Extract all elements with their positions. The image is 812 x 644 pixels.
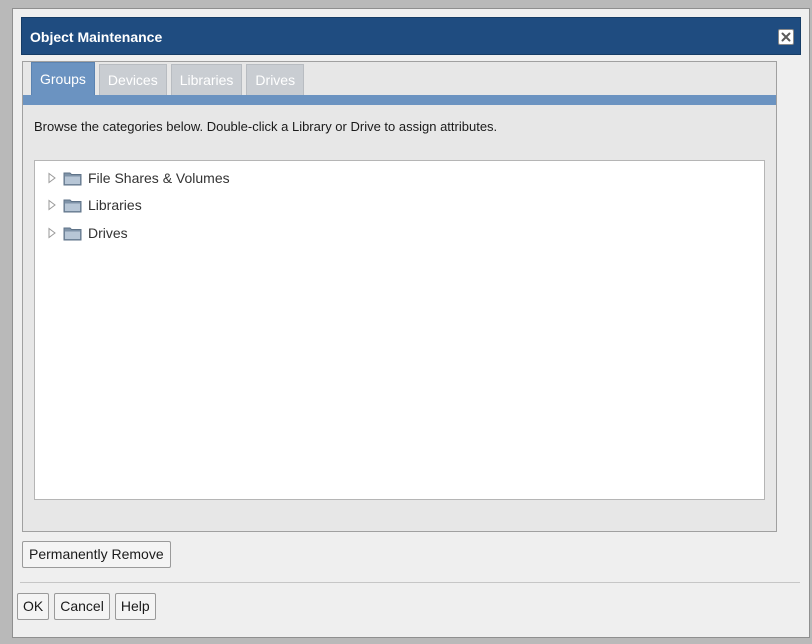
folder-icon [63, 199, 82, 213]
folder-icon [63, 172, 82, 186]
tree-item-label: File Shares & Volumes [88, 170, 230, 186]
close-icon [781, 32, 791, 42]
ok-button[interactable]: OK [17, 593, 50, 620]
tree-item-drives[interactable]: Drives [47, 223, 128, 243]
tab-bar: Groups Devices Libraries Drives [31, 62, 305, 95]
dialog-footer: OK Cancel Help [17, 593, 156, 620]
tab-drives[interactable]: Drives [246, 64, 305, 95]
dialog-title: Object Maintenance [30, 29, 163, 45]
permanently-remove-button[interactable]: Permanently Remove [22, 541, 171, 568]
tree-item-label: Libraries [88, 197, 142, 213]
tree-item-label: Drives [88, 225, 128, 241]
tab-devices[interactable]: Devices [98, 64, 167, 95]
close-button[interactable] [778, 29, 794, 45]
help-button[interactable]: Help [114, 593, 156, 620]
category-tree[interactable]: File Shares & Volumes Libraries Drives [34, 160, 765, 500]
folder-icon [63, 227, 82, 241]
tab-libraries[interactable]: Libraries [170, 64, 243, 95]
expand-arrow-icon[interactable] [47, 227, 57, 239]
tree-item-libraries[interactable]: Libraries [47, 195, 142, 215]
tab-groups[interactable]: Groups [31, 62, 95, 95]
expand-arrow-icon[interactable] [47, 199, 57, 211]
tree-item-file-shares-volumes[interactable]: File Shares & Volumes [47, 168, 230, 188]
footer-divider [20, 582, 800, 583]
dialog-titlebar[interactable]: Object Maintenance [21, 17, 801, 55]
tab-strip [23, 95, 776, 105]
cancel-button[interactable]: Cancel [54, 593, 110, 620]
tab-panel: Groups Devices Libraries Drives Browse t… [22, 61, 777, 532]
expand-arrow-icon[interactable] [47, 172, 57, 184]
instructions-text: Browse the categories below. Double-clic… [34, 119, 498, 134]
